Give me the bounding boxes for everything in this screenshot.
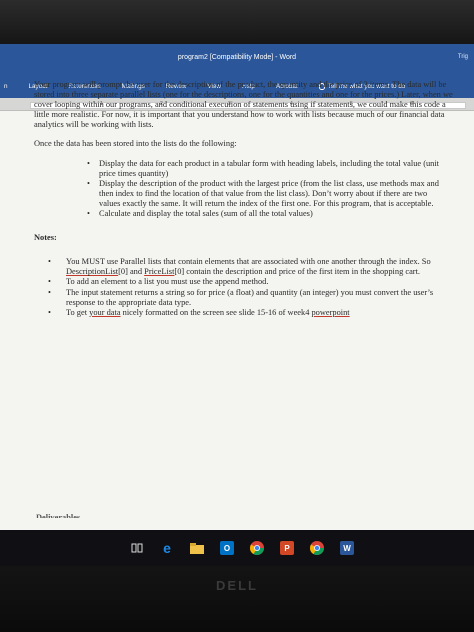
list-item: The input statement returns a string so … [34,288,448,308]
edge-icon[interactable]: e [160,540,174,556]
list-item: To add an element to a list you must use… [34,277,448,287]
spellcheck-word: PriceList [144,267,175,277]
chrome-icon[interactable] [310,541,324,555]
document-title: program2 [Compatibility Mode] - Word [177,54,297,61]
note-text: nicely formatted on the screen see slide… [120,307,312,317]
monitor-logo: DELL [216,578,258,593]
note-text: [0] contain the description and price of… [174,267,421,277]
grammar-flag: your data [89,307,121,317]
powerpoint-icon[interactable]: P [280,541,294,555]
deliverables-heading: Deliverables [36,513,81,518]
notes-list: You MUST use Parallel lists that contain… [34,257,454,318]
note-text: You MUST use Parallel lists that contain… [66,257,431,267]
list-item: To get your data nicely formatted on the… [34,308,448,318]
file-explorer-icon[interactable] [190,541,204,555]
windows-taskbar: e O P W [0,530,474,566]
note-text: [0] and [118,267,145,277]
list-item: Display the description of the product w… [34,179,439,209]
task-list: Display the data for each product in a t… [34,159,454,220]
spellcheck-word: DescriptionList [66,267,119,277]
intro-paragraph: Your program will prompt the user for th… [34,80,453,130]
spellcheck-word: powerpoint [311,307,350,317]
monitor-bezel-bottom [0,566,474,632]
note-text: To get [66,307,90,317]
list-item: Display the data for each product in a t… [34,159,439,179]
instructions-paragraph: Once the data has been stored into the l… [34,139,237,149]
word-icon[interactable]: W [340,541,354,555]
list-item: Calculate and display the total sales (s… [34,209,439,219]
list-item: You MUST use Parallel lists that contain… [34,257,448,277]
chrome-icon[interactable] [250,541,264,555]
outlook-icon[interactable]: O [220,541,234,555]
task-view-icon[interactable] [130,541,144,555]
title-bar-user: Trig [457,54,468,60]
tab-partial[interactable]: n [4,83,8,90]
monitor-bezel-top [0,0,474,44]
document-body[interactable]: Your program will prompt the user for th… [34,80,454,318]
notes-heading: Notes: [34,233,57,243]
title-bar: program2 [Compatibility Mode] - Word Tri… [0,44,474,74]
